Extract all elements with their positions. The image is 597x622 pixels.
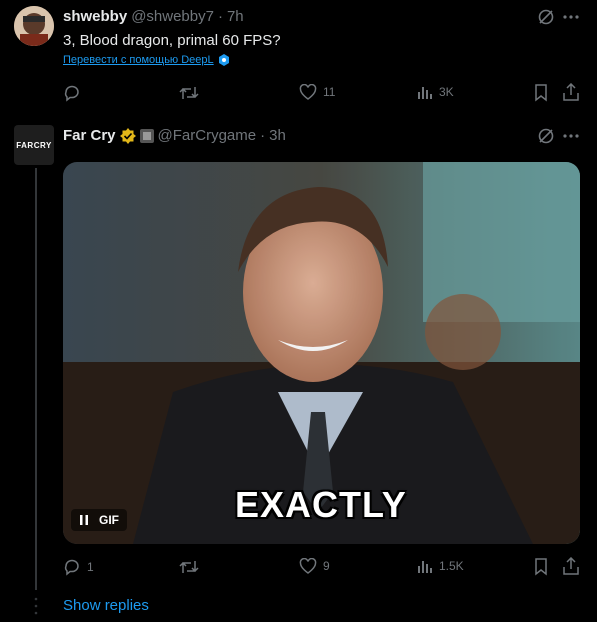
gif-label: GIF bbox=[99, 513, 119, 527]
deepl-icon bbox=[218, 54, 230, 66]
translate-link[interactable]: Перевести с помощью DeepL bbox=[63, 54, 230, 66]
reply-icon bbox=[63, 558, 81, 576]
views-count: 3K bbox=[439, 85, 454, 99]
share-icon[interactable] bbox=[563, 557, 579, 575]
author-handle[interactable]: @FarCrygame bbox=[158, 127, 257, 144]
translate-label[interactable]: Перевести с помощью DeepL bbox=[63, 54, 214, 66]
show-replies-link[interactable]: Show replies bbox=[63, 597, 149, 614]
bookmark-icon[interactable] bbox=[534, 84, 548, 102]
tweet2-header: Far Cry @FarCrygame · 3h bbox=[63, 127, 286, 144]
reply-button[interactable]: 1 bbox=[63, 558, 94, 576]
more-icon[interactable] bbox=[563, 15, 579, 19]
views-icon bbox=[417, 558, 433, 574]
pause-icon bbox=[79, 514, 89, 526]
like-icon bbox=[299, 558, 317, 574]
gif-caption: EXACTLY bbox=[235, 484, 407, 525]
tweet1-header: shwebby @shwebby7 · 7h bbox=[63, 8, 244, 25]
author-name[interactable]: Far Cry bbox=[63, 127, 116, 144]
like-icon bbox=[299, 84, 317, 100]
verified-gold-icon bbox=[119, 127, 136, 144]
avatar-farcry[interactable]: FARCRY bbox=[14, 125, 54, 165]
separator-dot: · bbox=[217, 8, 223, 25]
retweet-icon bbox=[179, 558, 199, 576]
author-name[interactable]: shwebby bbox=[63, 8, 127, 25]
reply-button[interactable] bbox=[63, 84, 87, 102]
affiliate-badge-icon bbox=[139, 128, 154, 143]
share-icon[interactable] bbox=[563, 83, 579, 101]
author-handle[interactable]: @shwebby7 bbox=[131, 8, 214, 25]
grok-icon[interactable] bbox=[537, 8, 555, 26]
retweet-icon bbox=[179, 84, 199, 102]
views-button[interactable]: 1.5K bbox=[417, 558, 464, 574]
separator-dot: · bbox=[260, 127, 266, 144]
like-button[interactable]: 11 bbox=[299, 84, 335, 100]
more-icon[interactable] bbox=[563, 134, 579, 138]
tweet-time[interactable]: 7h bbox=[227, 8, 244, 25]
avatar-shwebby[interactable] bbox=[14, 6, 54, 46]
gif-badge[interactable]: GIF bbox=[71, 509, 127, 531]
grok-icon[interactable] bbox=[537, 127, 555, 145]
retweet-button[interactable] bbox=[179, 84, 199, 102]
views-count: 1.5K bbox=[439, 559, 464, 573]
like-button[interactable]: 9 bbox=[299, 558, 330, 574]
retweet-button[interactable] bbox=[179, 558, 199, 576]
gif-media[interactable]: EXACTLY GIF bbox=[63, 162, 580, 544]
avatar-logo-text: FARCRY bbox=[16, 140, 52, 150]
views-button[interactable]: 3K bbox=[417, 84, 454, 100]
dotted-thread-connector bbox=[34, 597, 38, 620]
reply-icon bbox=[63, 84, 81, 102]
reply-count: 1 bbox=[87, 560, 94, 574]
bookmark-icon[interactable] bbox=[534, 558, 548, 576]
like-count: 9 bbox=[323, 559, 330, 573]
tweet-text: 3, Blood dragon, primal 60 FPS? bbox=[63, 32, 281, 49]
thread-line-bottom bbox=[35, 168, 37, 590]
tweet-time[interactable]: 3h bbox=[269, 127, 286, 144]
like-count: 11 bbox=[323, 85, 336, 99]
views-icon bbox=[417, 84, 433, 100]
